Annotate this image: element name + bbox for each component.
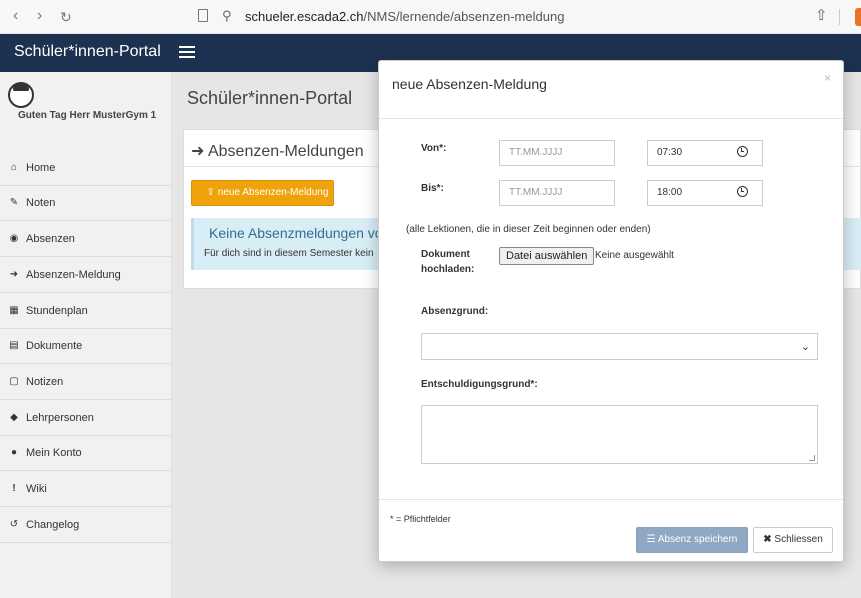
sidebar-item-changelog[interactable]: ↺ Changelog xyxy=(0,508,172,543)
dokument-label-line2: hochladen: xyxy=(421,264,475,275)
sidebar-item-label: Home xyxy=(26,162,56,174)
modal-title: neue Absenzen-Meldung xyxy=(392,76,547,92)
sidebar-item-noten[interactable]: ✎ Noten xyxy=(0,186,172,221)
clock-icon xyxy=(737,186,748,197)
file-choose-button[interactable]: Datei auswählen xyxy=(499,247,595,265)
sidebar-item-lehrpersonen[interactable]: ◆ Lehrpersonen xyxy=(0,401,172,436)
page-title: Schüler*innen-Portal xyxy=(187,88,353,108)
site-settings-icon[interactable]: ⚲ xyxy=(222,8,232,24)
browser-toolbar: ‹ › ↻ ⚲ schueler.escada2.ch/NMS/lernende… xyxy=(0,0,861,34)
forward-icon[interactable]: › xyxy=(37,6,42,26)
time-range-note: (alle Lektionen, die in dieser Zeit begi… xyxy=(406,224,651,235)
new-absence-button[interactable]: ⇪ neue Absenzen-Meldung xyxy=(191,180,334,206)
new-absence-modal: neue Absenzen-Meldung × Von*: TT.MM.JJJJ… xyxy=(378,60,844,562)
sidebar-item-label: Absenzen xyxy=(26,233,75,245)
bis-date-input[interactable]: TT.MM.JJJJ xyxy=(499,180,615,206)
calendar-icon: ▦ xyxy=(9,305,19,316)
sidebar-item-label: Absenzen-Meldung xyxy=(26,269,121,281)
card-title-text: Absenzen-Meldungen xyxy=(207,143,364,160)
file-outline-icon: ▢ xyxy=(9,376,19,387)
sidebar-item-notizen[interactable]: ▢ Notizen xyxy=(0,365,172,400)
von-time-value: 07:30 xyxy=(657,147,683,158)
dokument-label-line1: Dokument xyxy=(421,249,470,260)
modal-header: neue Absenzen-Meldung × xyxy=(379,61,843,119)
pencil-icon: ✎ xyxy=(9,197,19,208)
absenzgrund-select[interactable]: ⌄ xyxy=(421,333,818,360)
sidebar-item-mein-konto[interactable]: ● Mein Konto xyxy=(0,436,172,471)
sidebar-item-stundenplan[interactable]: ▦ Stundenplan xyxy=(0,294,172,329)
eye-slash-icon: ◉ xyxy=(9,233,19,244)
sidebar-item-label: Dokumente xyxy=(26,340,83,352)
absenzgrund-label: Absenzgrund: xyxy=(421,306,489,317)
sidebar-item-absenzen-meldung[interactable]: ➜ Absenzen-Meldung xyxy=(0,258,172,293)
card-title: ➜ Absenzen-Meldungen xyxy=(191,141,364,161)
toolbar-divider xyxy=(839,9,840,25)
close-modal-button-label: Schliessen xyxy=(774,534,823,545)
sign-in-icon: ➜ xyxy=(9,269,19,280)
von-time-input[interactable]: 07:30 xyxy=(647,140,763,166)
chevron-down-icon: ⌄ xyxy=(800,341,810,353)
sidebar-item-wiki[interactable]: ! Wiki xyxy=(0,472,172,507)
bis-time-input[interactable]: 18:00 xyxy=(647,180,763,206)
exclamation-icon: ! xyxy=(12,483,16,494)
sidebar-item-label: Lehrpersonen xyxy=(26,412,94,424)
sign-in-icon: ➜ xyxy=(191,143,208,160)
user-greeting: Guten Tag Herr MusterGym 1 xyxy=(18,110,157,121)
graduation-cap-icon: ◆ xyxy=(10,412,18,423)
browser-extension-icon[interactable] xyxy=(855,8,861,26)
sidebar: Guten Tag Herr MusterGym 1 ⌂ Home ✎ Note… xyxy=(0,72,172,598)
close-icon: ✖ xyxy=(763,534,775,545)
sidebar-item-absenzen[interactable]: ◉ Absenzen xyxy=(0,222,172,257)
bookmark-icon[interactable] xyxy=(198,9,208,22)
clock-icon xyxy=(737,146,748,157)
save-absence-button[interactable]: ☰ Absenz speichern xyxy=(636,527,748,553)
sidebar-item-label: Mein Konto xyxy=(26,447,82,459)
von-date-input[interactable]: TT.MM.JJJJ xyxy=(499,140,615,166)
alert-text: Für dich sind in diesem Semester kein xyxy=(204,248,374,259)
user-icon: ● xyxy=(10,447,18,458)
file-icon: ▤ xyxy=(9,340,19,351)
upload-icon: ⇪ xyxy=(206,187,218,198)
required-fields-note: * = Pflichtfelder xyxy=(390,514,451,524)
address-bar[interactable]: schueler.escada2.ch/NMS/lernende/absenze… xyxy=(245,9,564,24)
sidebar-item-dokumente[interactable]: ▤ Dokumente xyxy=(0,329,172,364)
brand-title[interactable]: Schüler*innen-Portal xyxy=(14,43,161,61)
url-path: /NMS/lernende/absenzen-meldung xyxy=(363,9,565,24)
sidebar-item-label: Noten xyxy=(26,197,56,209)
back-icon[interactable]: ‹ xyxy=(13,6,18,26)
history-icon: ↺ xyxy=(9,519,19,530)
url-domain: schueler.escada2.ch xyxy=(245,9,364,24)
file-status-text: Keine ausgewählt xyxy=(595,250,674,261)
sidebar-item-home[interactable]: ⌂ Home xyxy=(0,151,172,186)
sidebar-item-label: Changelog xyxy=(26,519,80,531)
new-absence-button-label: neue Absenzen-Meldung xyxy=(217,187,329,198)
bis-label: Bis*: xyxy=(421,183,444,194)
reload-icon[interactable]: ↻ xyxy=(60,7,72,27)
sidebar-item-label: Notizen xyxy=(26,376,64,388)
alert-title: Keine Absenzmeldungen vorh xyxy=(209,225,396,241)
database-icon: ☰ xyxy=(646,534,658,545)
entschuldigungsgrund-textarea[interactable] xyxy=(421,405,818,464)
menu-toggle-icon[interactable] xyxy=(179,46,195,58)
home-icon: ⌂ xyxy=(10,162,18,173)
resize-handle-icon[interactable] xyxy=(809,455,815,461)
bis-time-value: 18:00 xyxy=(657,187,683,198)
avatar xyxy=(8,82,34,108)
entschuldigungsgrund-label: Entschuldigungsgrund*: xyxy=(421,379,538,390)
close-modal-button[interactable]: ✖ Schliessen xyxy=(753,527,833,553)
sidebar-item-label: Stundenplan xyxy=(26,305,88,317)
share-icon[interactable]: ⇧ xyxy=(815,6,828,24)
save-absence-button-label: Absenz speichern xyxy=(657,534,738,545)
von-label: Von*: xyxy=(421,143,447,154)
modal-footer: * = Pflichtfelder ☰ Absenz speichern ✖ S… xyxy=(379,499,843,561)
sidebar-item-label: Wiki xyxy=(26,483,47,495)
close-icon[interactable]: × xyxy=(824,71,831,85)
